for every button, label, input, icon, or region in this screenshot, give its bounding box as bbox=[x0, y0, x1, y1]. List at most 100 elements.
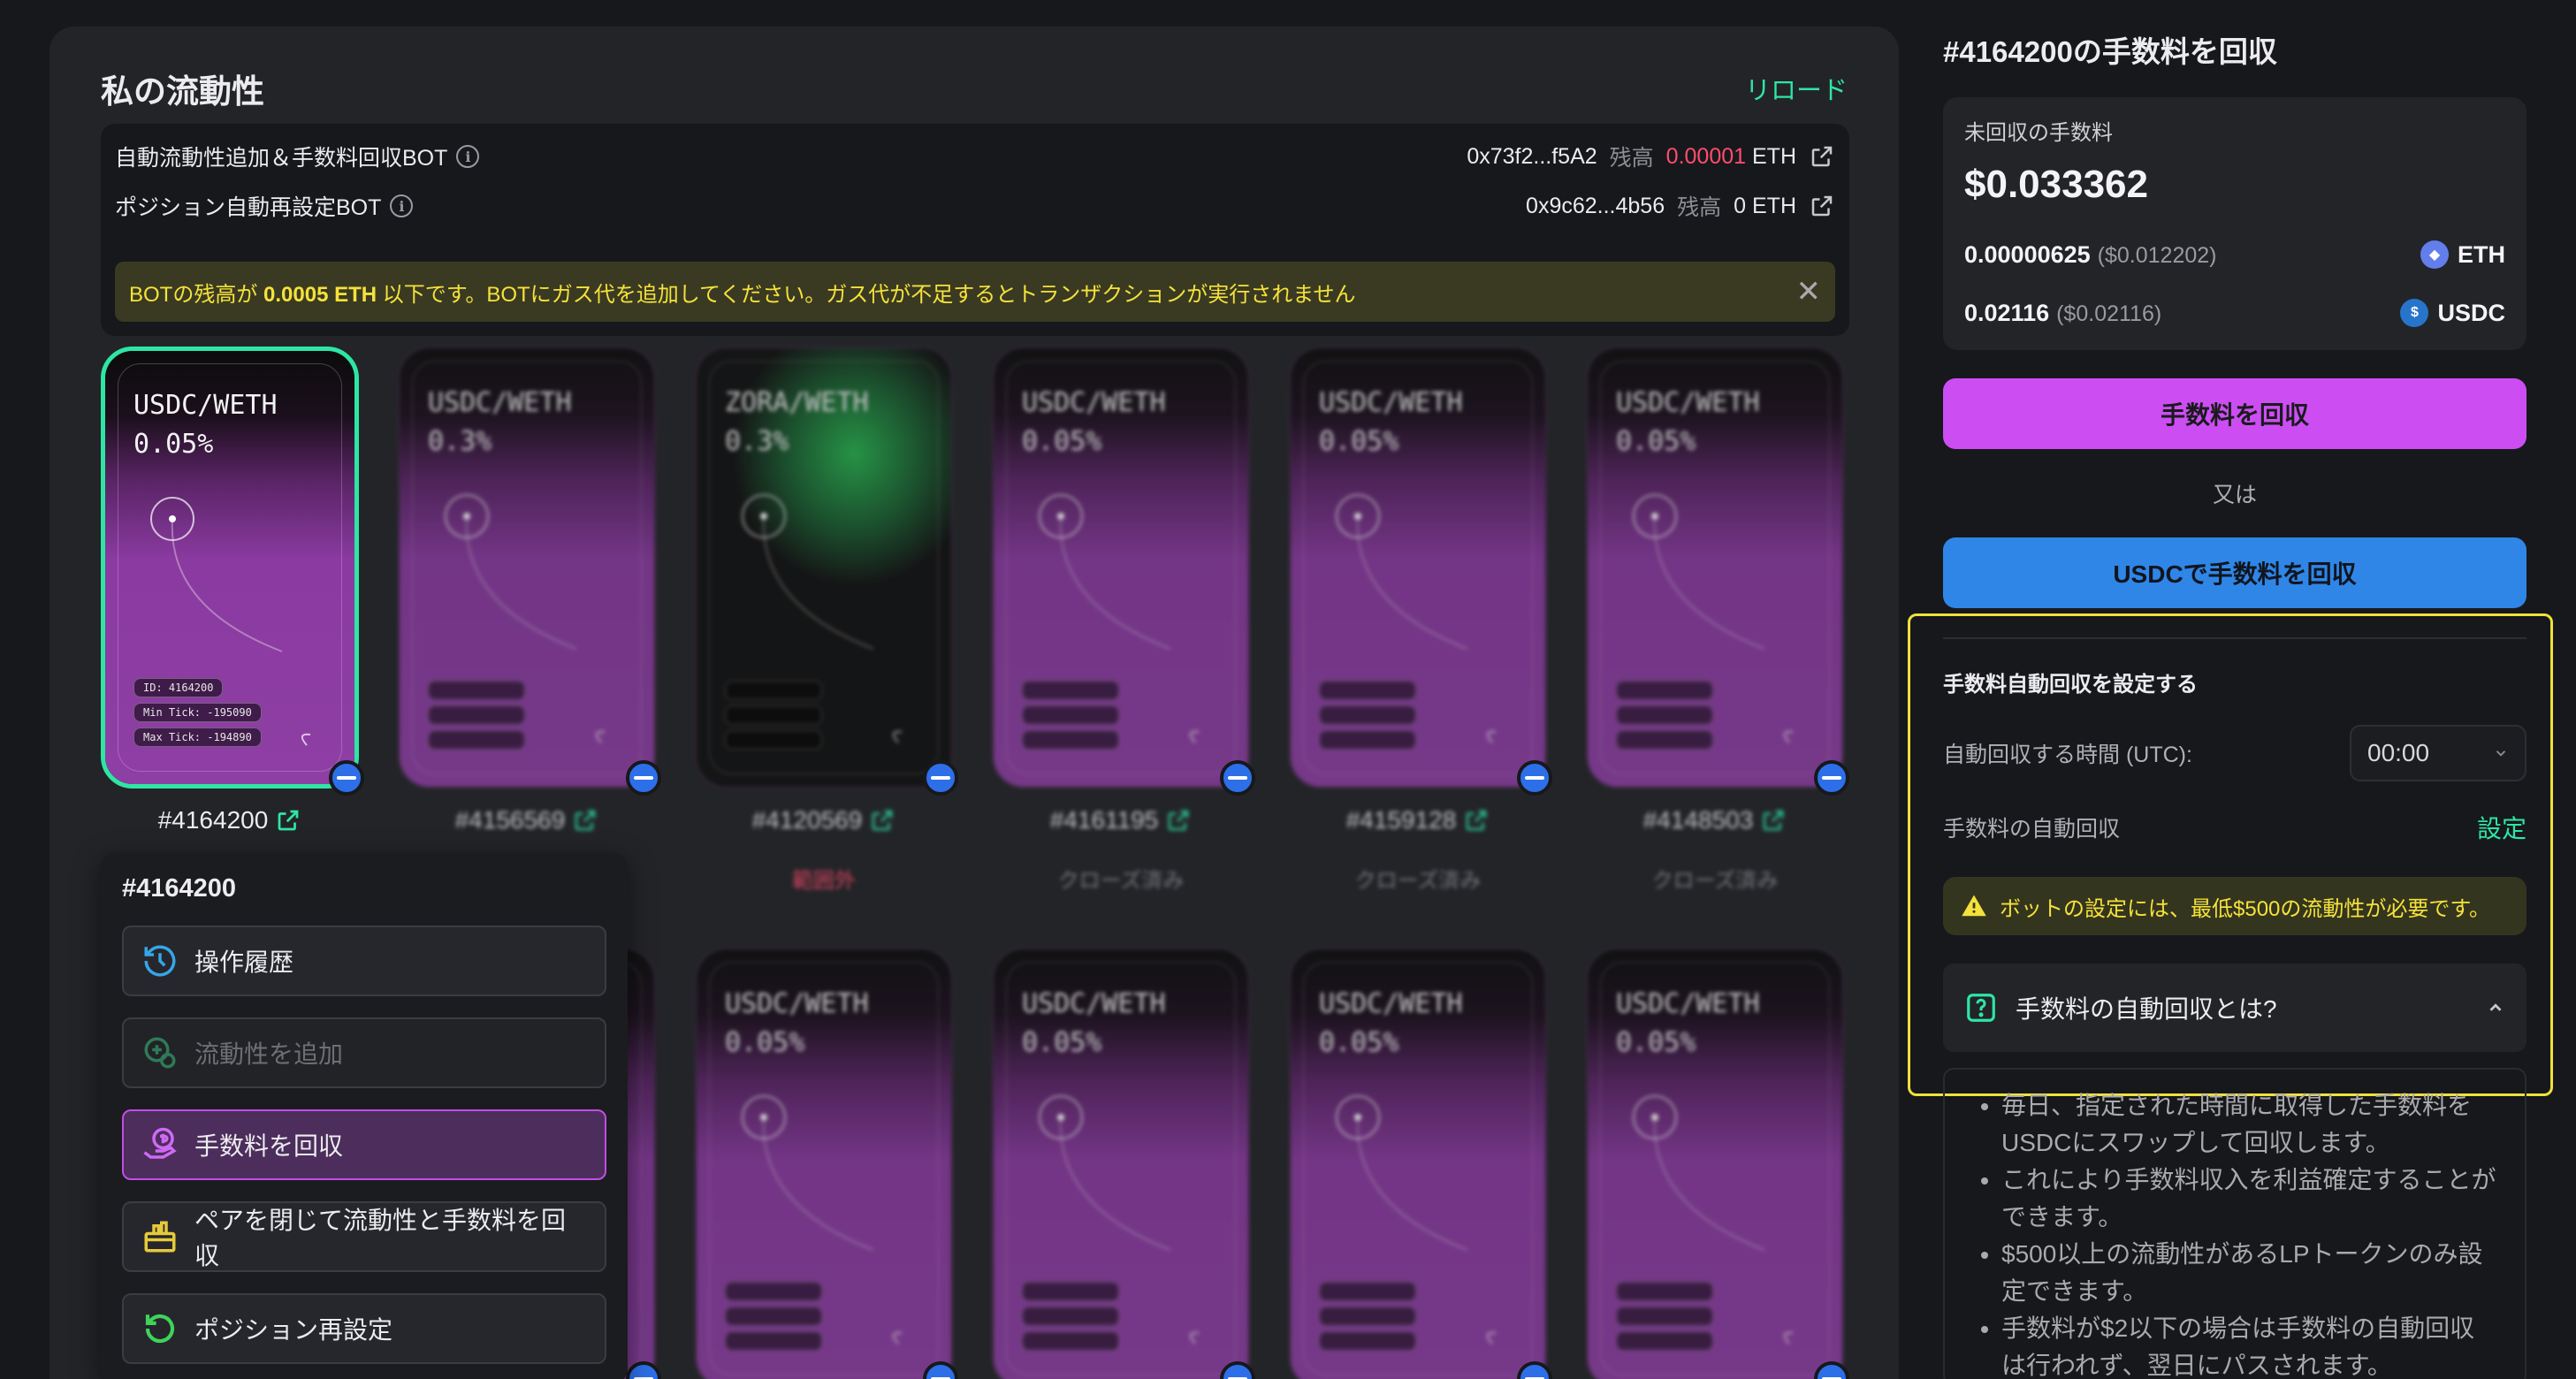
card-chip: Min Tick: -195090 bbox=[133, 703, 262, 722]
divider bbox=[1943, 637, 2526, 639]
faq-content: 毎日、指定された時間に取得した手数料をUSDCにスワップして回収します。 これに… bbox=[1943, 1068, 2526, 1379]
fee-bot-row: 自動流動性追加＆手数料回収BOT i 0x73f2...f5A2 残高 0.00… bbox=[115, 134, 1835, 179]
eth-icon: ◆ bbox=[2420, 240, 2449, 269]
card-pair: USDC/WETH bbox=[1616, 988, 1760, 1019]
position-card[interactable]: ZORA/WETH 0.3% #4120569 範囲外 bbox=[695, 347, 958, 893]
menu-title: #4164200 bbox=[122, 874, 237, 903]
bot-status-box: 自動流動性追加＆手数料回収BOT i 0x73f2...f5A2 残高 0.00… bbox=[101, 124, 1849, 336]
faq-toggle[interactable]: 手数料の自動回収とは? bbox=[1943, 964, 2526, 1052]
menu-item-add-liquidity[interactable]: 流動性を追加 bbox=[122, 1017, 606, 1088]
page-title: 私の流動性 bbox=[101, 73, 264, 110]
menu-item-history[interactable]: 操作履歴 bbox=[122, 926, 606, 996]
auto-collect-title: 手数料自動回収を設定する bbox=[1943, 673, 2198, 697]
card-fee-tier: 0.05% bbox=[1022, 1027, 1102, 1058]
auto-collect-time-row: 自動回収する時間 (UTC): 00:00 bbox=[1943, 725, 2526, 781]
auto-collect-setting-link[interactable]: 設定 bbox=[2477, 810, 2526, 845]
faq-item: 手数料が$2以下の場合は手数料の自動回収は行われず、翌日にパスされます。 bbox=[2001, 1310, 2498, 1379]
card-details bbox=[1616, 1276, 1713, 1351]
position-nft-art: USDC/WETH 0.05% bbox=[992, 948, 1250, 1379]
card-details bbox=[1022, 1276, 1119, 1351]
card-chip: ID: 4164200 bbox=[133, 678, 224, 697]
eth-fee-usd: ($0.012202) bbox=[2097, 242, 2217, 268]
position-action-menu: #4164200 操作履歴 流動性を追加 手数料を回収 ペアを閉じて流動性と手数… bbox=[101, 853, 628, 1379]
remove-badge-icon[interactable] bbox=[626, 760, 661, 796]
min-liquidity-note: ボットの設定には、最低$500の流動性が必要です。 bbox=[1943, 877, 2526, 935]
faq-item: $500以上の流動性があるLPトークンのみ設定できます。 bbox=[2001, 1236, 2498, 1310]
card-status: クローズ済み bbox=[1651, 869, 1779, 893]
card-id-caption: #4120569 bbox=[695, 806, 953, 834]
collect-fee-button[interactable]: 手数料を回収 bbox=[1943, 378, 2526, 449]
info-icon[interactable]: i bbox=[456, 145, 480, 168]
or-separator: 又は bbox=[2212, 483, 2257, 507]
external-link-icon[interactable] bbox=[1809, 193, 1835, 219]
position-nft-art: USDC/WETH 0.05% bbox=[1586, 948, 1844, 1379]
menu-item-close-pair[interactable]: ペアを閉じて流動性と手数料を回収 bbox=[122, 1201, 606, 1272]
close-icon[interactable]: ✕ bbox=[1796, 277, 1822, 307]
card-pair-label: USDC/WETH 0.05% bbox=[1616, 985, 1760, 1063]
remove-badge-icon[interactable] bbox=[923, 760, 958, 796]
faq-item: 毎日、指定された時間に取得した手数料をUSDCにスワップして回収します。 bbox=[2001, 1087, 2498, 1162]
menu-item-label: 操作履歴 bbox=[194, 949, 294, 976]
remove-badge-icon[interactable] bbox=[1517, 760, 1552, 796]
reposition-bot-label: ポジション自動再設定BOT bbox=[115, 195, 382, 220]
reload-button[interactable]: リロード bbox=[1745, 70, 1848, 107]
external-link-icon[interactable] bbox=[869, 807, 896, 834]
low-balance-warning: BOTの残高が 0.0005 ETH 以下です。BOTにガス代を追加してください… bbox=[115, 262, 1835, 322]
collect-fee-usdc-button[interactable]: USDCで手数料を回収 bbox=[1943, 537, 2526, 608]
card-id: #4120569 bbox=[751, 806, 863, 834]
card-id: #4161195 bbox=[1049, 806, 1159, 834]
menu-item-label: 流動性を追加 bbox=[194, 1040, 344, 1068]
card-pair: ZORA/WETH bbox=[725, 387, 869, 418]
info-icon[interactable]: i bbox=[390, 194, 414, 217]
position-nft-art: USDC/WETH 0.05% bbox=[695, 948, 953, 1379]
external-link-icon[interactable] bbox=[1165, 807, 1192, 834]
external-link-icon[interactable] bbox=[1463, 807, 1490, 834]
position-card[interactable]: USDC/WETH 0.05% bbox=[1586, 948, 1849, 1379]
card-id-caption: #4164200 bbox=[101, 806, 359, 834]
card-pair-label: USDC/WETH 0.05% bbox=[133, 386, 278, 464]
usdc-fee-amount: 0.02116 bbox=[1964, 299, 2050, 326]
card-fee-tier: 0.05% bbox=[1319, 426, 1399, 457]
card-pair-label: ZORA/WETH 0.3% bbox=[725, 384, 869, 461]
auto-collect-label: 手数料の自動回収 bbox=[1943, 817, 2121, 842]
position-card[interactable]: USDC/WETH 0.3% #4156569 bbox=[398, 347, 661, 834]
faq-title: 手数料の自動回収とは? bbox=[2016, 995, 2277, 1023]
card-pair-label: USDC/WETH 0.05% bbox=[1022, 985, 1166, 1063]
external-link-icon[interactable] bbox=[572, 807, 598, 834]
position-nft-art: USDC/WETH 0.05% bbox=[1289, 948, 1547, 1379]
fee-token-row-usdc: 0.02116 ($0.02116) $ USDC bbox=[1964, 293, 2505, 332]
reset-position-icon bbox=[145, 1314, 175, 1344]
close-pair-icon bbox=[144, 1221, 176, 1253]
auto-collect-time-select[interactable]: 00:00 bbox=[2350, 725, 2526, 781]
remove-badge-icon[interactable] bbox=[1220, 760, 1255, 796]
position-card[interactable]: USDC/WETH 0.05% bbox=[695, 948, 958, 1379]
reposition-bot-balance: 0 bbox=[1734, 193, 1747, 218]
card-details bbox=[725, 1276, 822, 1351]
external-link-icon[interactable] bbox=[1760, 807, 1787, 834]
remove-badge-icon[interactable] bbox=[1814, 760, 1849, 796]
position-nft-art: USDC/WETH 0.05% bbox=[1586, 347, 1844, 789]
eth-symbol: ETH bbox=[2458, 240, 2505, 268]
menu-item-reset-position[interactable]: ポジション再設定 bbox=[122, 1293, 606, 1364]
external-link-icon[interactable] bbox=[1809, 143, 1835, 170]
card-pair-label: USDC/WETH 0.05% bbox=[1022, 384, 1166, 461]
position-nft-art: USDC/WETH 0.05% bbox=[992, 347, 1250, 789]
card-id: #4159128 bbox=[1345, 806, 1457, 834]
position-card[interactable]: USDC/WETH 0.05% bbox=[1289, 948, 1552, 1379]
position-card[interactable]: USDC/WETH 0.05% bbox=[992, 948, 1255, 1379]
reposition-bot-balance-unit: ETH bbox=[1752, 193, 1796, 218]
position-card[interactable]: USDC/WETH 0.05% #4159128 クローズ済み bbox=[1289, 347, 1552, 893]
collect-fee-title: #4164200の手数料を回収 bbox=[1943, 35, 2277, 68]
menu-item-collect-fee[interactable]: 手数料を回収 bbox=[122, 1109, 606, 1180]
card-fee-tier: 0.05% bbox=[1319, 1027, 1399, 1058]
position-card[interactable]: USDC/WETH 0.05% ID: 4164200 Min Tick: -1950… bbox=[101, 347, 364, 834]
remove-badge-icon[interactable] bbox=[329, 760, 364, 796]
position-card[interactable]: USDC/WETH 0.05% #4148503 クローズ済み bbox=[1586, 347, 1849, 893]
card-details bbox=[428, 675, 525, 750]
reposition-bot-balance-label: 残高 bbox=[1677, 195, 1722, 220]
external-link-icon[interactable] bbox=[275, 807, 301, 834]
fee-bot-balance-label: 残高 bbox=[1609, 146, 1654, 171]
card-id: #4148503 bbox=[1642, 806, 1754, 834]
position-card[interactable]: USDC/WETH 0.05% #4161195 クローズ済み bbox=[992, 347, 1255, 893]
card-fee-tier: 0.05% bbox=[1616, 426, 1696, 457]
